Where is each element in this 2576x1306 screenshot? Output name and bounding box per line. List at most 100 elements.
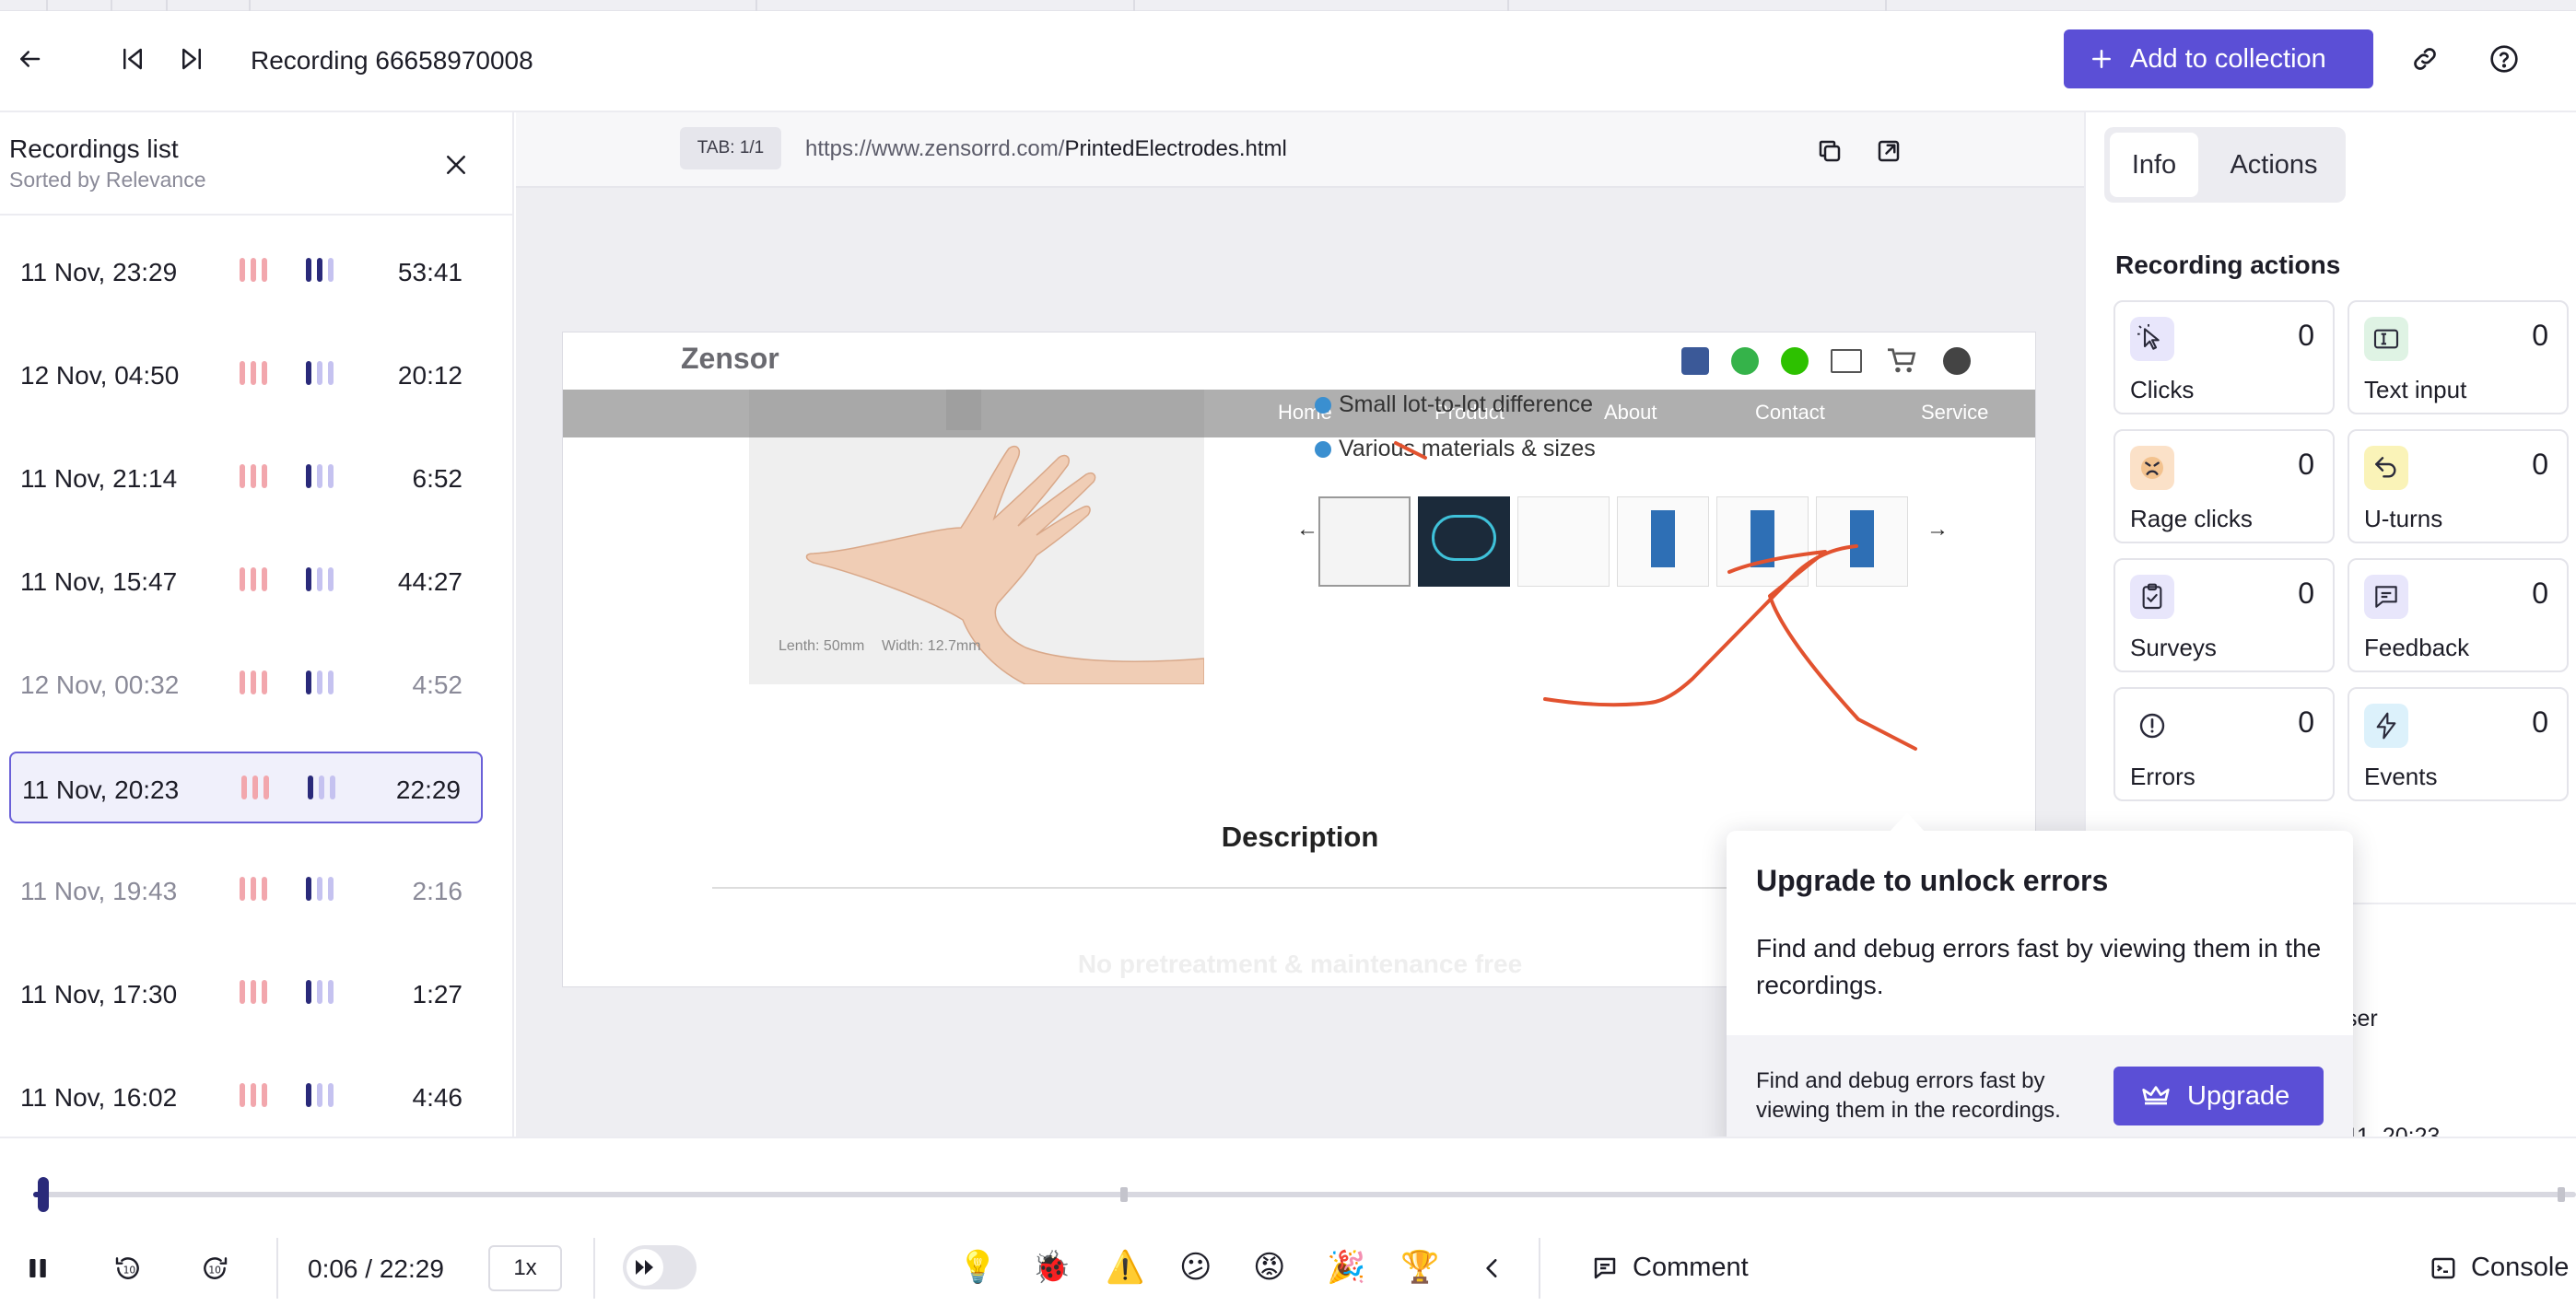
recording-row[interactable]: 12 Nov, 04:50 20:12 xyxy=(9,339,483,411)
action-label: Feedback xyxy=(2364,634,2470,661)
activity-bars-blue xyxy=(306,980,334,1006)
activity-bars-pink xyxy=(240,567,267,593)
timeline-handle[interactable] xyxy=(38,1177,50,1212)
confused-face-icon[interactable]: 😕 xyxy=(1179,1249,1212,1286)
speed-button[interactable]: 1x xyxy=(488,1245,562,1291)
copy-icon[interactable] xyxy=(1809,131,1850,171)
recording-duration: 20:12 xyxy=(397,361,463,390)
action-card-errors[interactable]: 0 Errors xyxy=(2113,687,2335,801)
trophy-icon[interactable]: 🏆 xyxy=(1400,1249,1439,1286)
warning-icon[interactable]: ⚠️ xyxy=(1106,1249,1144,1286)
strip-divider xyxy=(166,0,168,11)
activity-bars-blue xyxy=(308,775,335,801)
help-icon[interactable] xyxy=(2484,39,2524,79)
playback-controls: 10 10 0:06 / 22:29 1x 💡 🐞 ⚠️ 😕 😡 🎉 🏆 Com… xyxy=(0,1137,2576,1306)
tab-actions[interactable]: Actions xyxy=(2207,133,2340,197)
skip-inactivity-toggle[interactable] xyxy=(623,1245,697,1289)
strip-divider xyxy=(111,0,112,11)
recording-duration: 4:52 xyxy=(412,670,463,699)
activity-bar xyxy=(262,567,267,591)
forward-10-icon[interactable]: 10 xyxy=(193,1247,236,1289)
plus-icon xyxy=(2090,47,2113,71)
url-base: https://www.zensorrd.com/ xyxy=(805,136,1065,161)
recording-row[interactable]: 11 Nov, 19:43 2:16 xyxy=(9,855,483,927)
activity-bars-blue xyxy=(306,567,334,593)
activity-bar xyxy=(328,464,334,488)
action-count: 0 xyxy=(2532,705,2548,739)
previous-recording-icon[interactable] xyxy=(112,39,153,79)
activity-bar xyxy=(317,877,322,901)
activity-bar xyxy=(317,670,322,694)
comment-button[interactable]: Comment xyxy=(1590,1253,1749,1283)
top-tab-strip xyxy=(0,0,2576,11)
recording-row[interactable]: 11 Nov, 17:30 1:27 xyxy=(9,958,483,1030)
action-card-u-turns[interactable]: 0 U-turns xyxy=(2348,429,2569,543)
action-count: 0 xyxy=(2298,577,2314,610)
chevron-left-icon[interactable] xyxy=(1472,1247,1513,1289)
recording-date: 11 Nov, 21:14 xyxy=(20,464,178,493)
party-popper-icon[interactable]: 🎉 xyxy=(1327,1249,1365,1286)
recording-row[interactable]: 11 Nov, 16:02 4:46 xyxy=(9,1061,483,1133)
action-card-surveys[interactable]: 0 Surveys xyxy=(2113,558,2335,672)
strip-divider xyxy=(1133,0,1135,11)
close-icon[interactable] xyxy=(433,142,479,188)
recording-actions-title: Recording actions xyxy=(2115,251,2341,279)
recording-date: 12 Nov, 00:32 xyxy=(20,670,180,699)
activity-bar xyxy=(317,980,322,1004)
action-count: 0 xyxy=(2532,577,2548,610)
back-arrow-icon[interactable] xyxy=(9,39,50,79)
rage-face-icon xyxy=(2130,446,2174,490)
upgrade-popover: Upgrade to unlock errors Find and debug … xyxy=(1727,812,2353,1153)
console-button[interactable]: Console xyxy=(2429,1253,2569,1283)
upgrade-button[interactable]: Upgrade xyxy=(2113,1067,2324,1125)
popover-arrow xyxy=(1889,812,1926,833)
activity-bar xyxy=(252,775,258,799)
action-card-feedback[interactable]: 0 Feedback xyxy=(2348,558,2569,672)
activity-bar xyxy=(262,877,267,901)
recording-date: 11 Nov, 16:02 xyxy=(20,1083,178,1112)
action-card-clicks[interactable]: 0 Clicks xyxy=(2113,300,2335,414)
recording-row[interactable]: 12 Nov, 00:32 4:52 xyxy=(9,648,483,720)
open-external-icon[interactable] xyxy=(1868,131,1909,171)
recording-row[interactable]: 11 Nov, 23:29 53:41 xyxy=(9,236,483,308)
action-label: Surveys xyxy=(2130,634,2217,661)
lightbulb-icon[interactable]: 💡 xyxy=(958,1249,997,1286)
timeline-track[interactable] xyxy=(33,1187,2576,1202)
action-label: U-turns xyxy=(2364,505,2443,532)
add-to-collection-label: Add to collection xyxy=(2130,43,2326,74)
recording-duration: 2:16 xyxy=(412,877,463,905)
angry-face-icon[interactable]: 😡 xyxy=(1253,1249,1285,1286)
activity-bar xyxy=(240,670,245,694)
recording-row[interactable]: 11 Nov, 15:47 44:27 xyxy=(9,545,483,617)
recording-row[interactable]: 11 Nov, 21:14 6:52 xyxy=(9,442,483,514)
tab-info[interactable]: Info xyxy=(2110,133,2198,197)
action-card-events[interactable]: 0 Events xyxy=(2348,687,2569,801)
pause-icon[interactable] xyxy=(17,1247,59,1289)
timeline-marker xyxy=(2558,1187,2565,1202)
recording-duration: 6:52 xyxy=(412,464,463,493)
bug-icon[interactable]: 🐞 xyxy=(1032,1249,1071,1286)
activity-bar xyxy=(306,980,311,1004)
activity-bar xyxy=(328,361,334,385)
activity-bar xyxy=(328,1083,334,1107)
activity-bar xyxy=(251,464,256,488)
activity-bar xyxy=(308,775,313,799)
divider xyxy=(1539,1238,1540,1299)
activity-bars-pink xyxy=(240,1083,267,1109)
lightning-icon xyxy=(2364,704,2408,748)
add-to-collection-button[interactable]: Add to collection xyxy=(2064,29,2373,88)
action-card-text-input[interactable]: 0 Text input xyxy=(2348,300,2569,414)
recording-row[interactable]: 11 Nov, 20:23 22:29 xyxy=(9,752,483,823)
activity-bar xyxy=(240,1083,245,1107)
activity-bars-pink xyxy=(240,258,267,284)
action-count: 0 xyxy=(2298,705,2314,739)
svg-text:10: 10 xyxy=(208,1264,221,1276)
activity-bar xyxy=(306,464,311,488)
activity-bar xyxy=(319,775,324,799)
strip-divider xyxy=(46,0,48,11)
action-card-rage-clicks[interactable]: 0 Rage clicks xyxy=(2113,429,2335,543)
activity-bar xyxy=(240,258,245,282)
rewind-10-icon[interactable]: 10 xyxy=(107,1247,149,1289)
link-icon[interactable] xyxy=(2405,39,2445,79)
next-recording-icon[interactable] xyxy=(171,39,212,79)
